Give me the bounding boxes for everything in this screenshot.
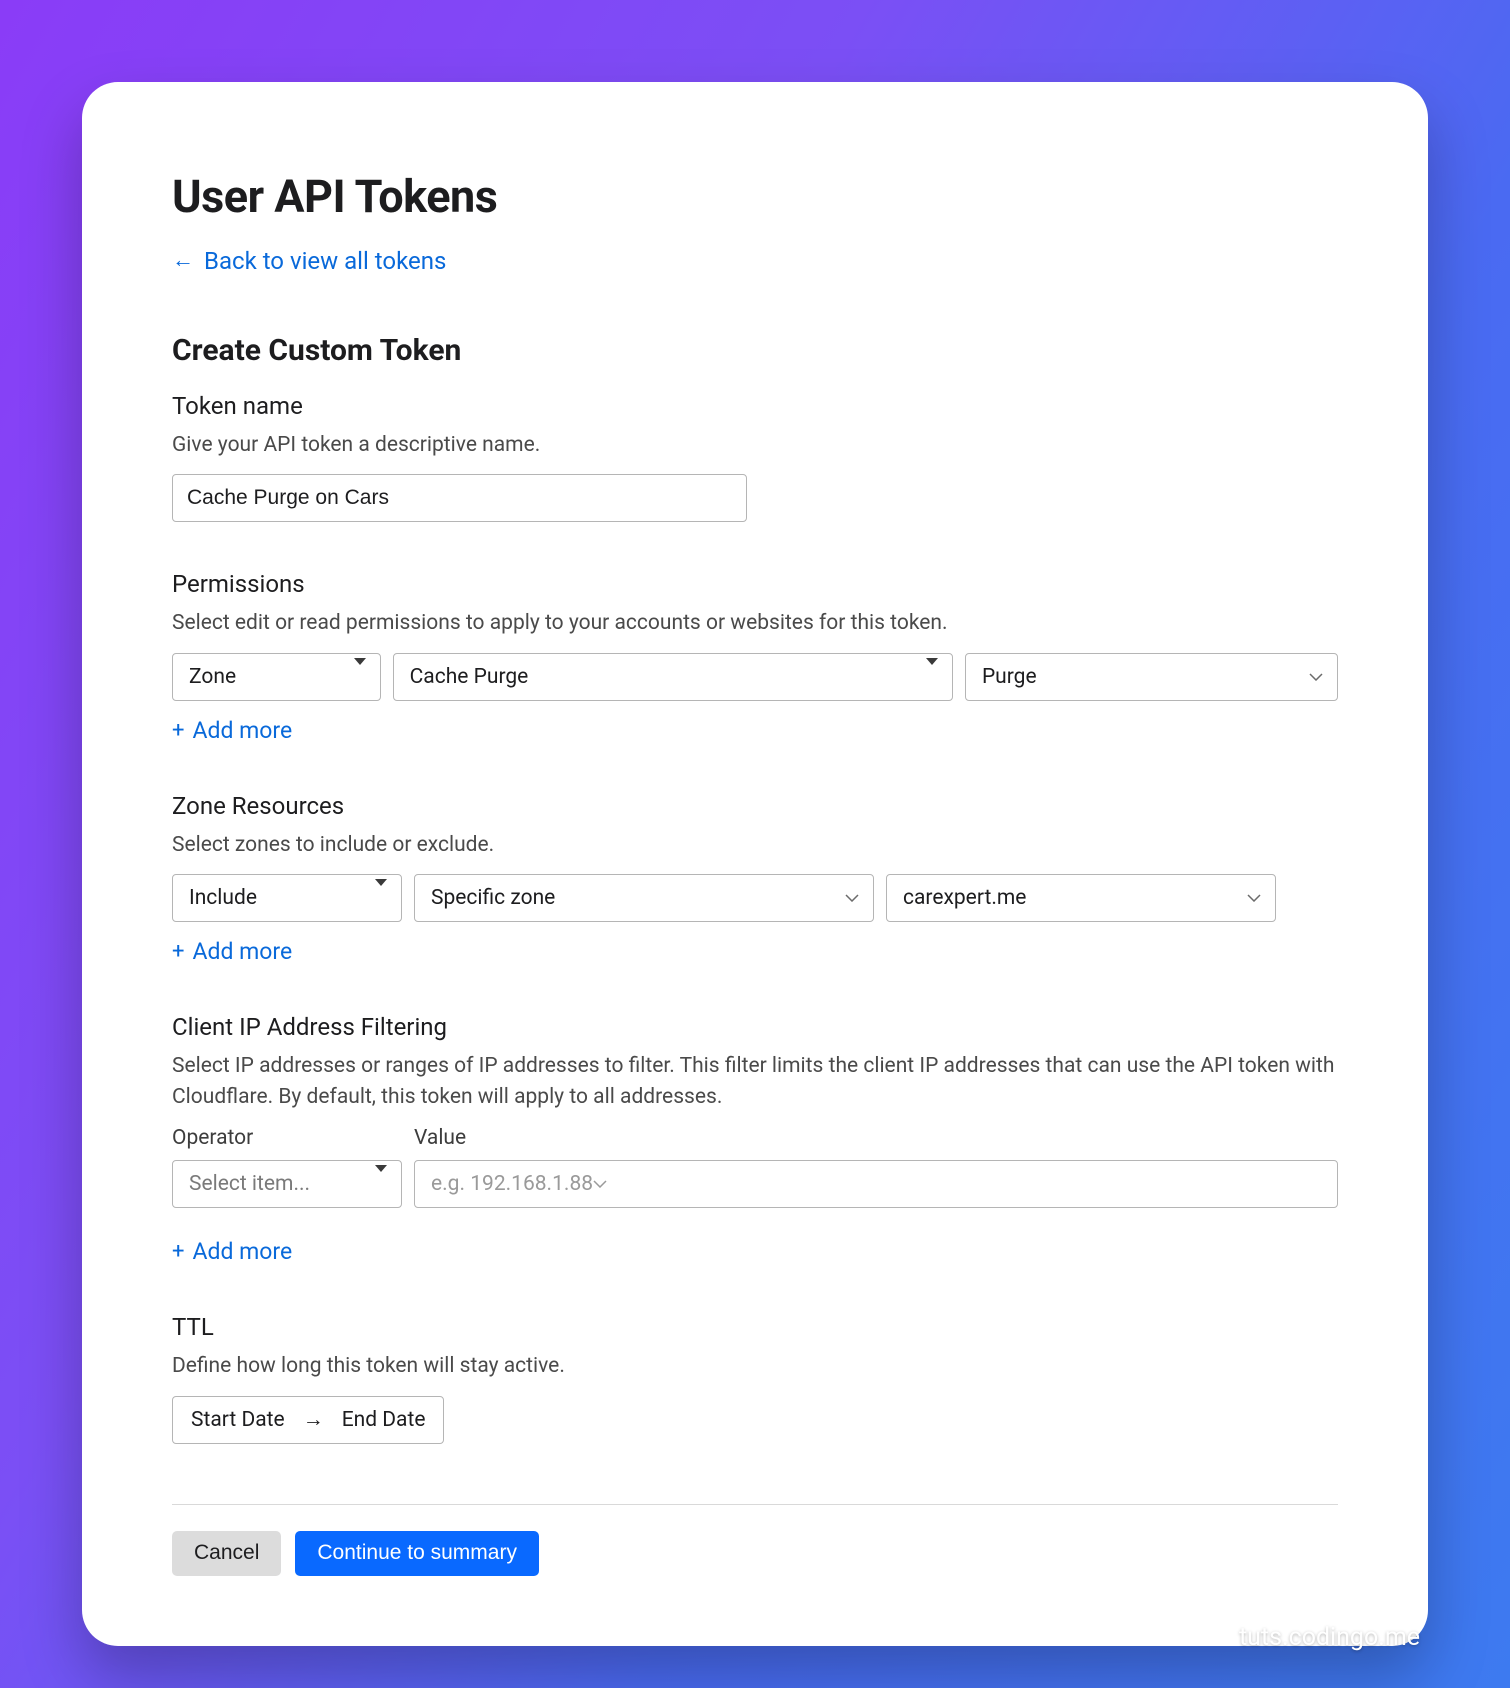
- perm-level-value: Purge: [982, 665, 1037, 689]
- arrow-left-icon: ←: [172, 250, 194, 272]
- zone-resources-block: Zone Resources Select zones to include o…: [172, 792, 1338, 965]
- ip-row: Operator Select item... Value e.g. 192.1…: [172, 1126, 1338, 1208]
- zone-help: Select zones to include or exclude.: [172, 830, 1338, 860]
- cancel-button-label: Cancel: [194, 1541, 259, 1565]
- token-name-input[interactable]: [172, 474, 747, 522]
- perm-add-more-text: Add more: [192, 717, 292, 744]
- ttl-end: End Date: [342, 1408, 426, 1432]
- footer-buttons: Cancel Continue to summary: [172, 1531, 1338, 1576]
- back-link-text: Back to view all tokens: [204, 247, 446, 275]
- watermark: tuts.codingo.me: [1239, 1623, 1420, 1652]
- chevron-down-icon: [1247, 894, 1261, 902]
- cancel-button[interactable]: Cancel: [172, 1531, 281, 1576]
- perm-scope-value: Zone: [189, 665, 236, 689]
- ip-operator-col: Operator Select item...: [172, 1126, 402, 1208]
- ip-value-placeholder: e.g. 192.168.1.88: [431, 1172, 593, 1196]
- perm-resource-select[interactable]: Cache Purge: [393, 653, 953, 701]
- chevron-down-icon: [593, 1180, 607, 1188]
- zone-label: Zone Resources: [172, 792, 1338, 820]
- zone-selector-value: Specific zone: [431, 886, 555, 910]
- plus-icon: +: [172, 718, 184, 743]
- zone-add-more[interactable]: + Add more: [172, 938, 292, 965]
- ip-label: Client IP Address Filtering: [172, 1013, 1338, 1041]
- permissions-row: Zone Cache Purge Purge: [172, 653, 1338, 701]
- ttl-block: TTL Define how long this token will stay…: [172, 1313, 1338, 1443]
- zone-value: carexpert.me: [903, 886, 1026, 910]
- ip-operator-label: Operator: [172, 1126, 402, 1150]
- plus-icon: +: [172, 939, 184, 964]
- zone-value-select[interactable]: carexpert.me: [886, 874, 1276, 922]
- ip-add-more[interactable]: + Add more: [172, 1238, 292, 1265]
- form-title: Create Custom Token: [172, 333, 1338, 368]
- ip-value-input[interactable]: e.g. 192.168.1.88: [414, 1160, 1338, 1208]
- token-name-label: Token name: [172, 392, 1338, 420]
- ip-operator-select[interactable]: Select item...: [172, 1160, 402, 1208]
- zone-mode-select[interactable]: Include: [172, 874, 402, 922]
- ttl-start: Start Date: [191, 1408, 285, 1432]
- chevron-down-icon: [845, 894, 859, 902]
- caret-down-icon: [354, 665, 366, 689]
- zone-selector-select[interactable]: Specific zone: [414, 874, 874, 922]
- ip-value-label: Value: [414, 1126, 1338, 1150]
- caret-down-icon: [926, 665, 938, 689]
- card-panel: User API Tokens ← Back to view all token…: [82, 82, 1428, 1646]
- ip-help: Select IP addresses or ranges of IP addr…: [172, 1051, 1338, 1112]
- ip-value-col: Value e.g. 192.168.1.88: [414, 1126, 1338, 1208]
- ttl-date-range[interactable]: Start Date → End Date: [172, 1396, 444, 1444]
- zone-row: Include Specific zone carexpert.me: [172, 874, 1338, 922]
- perm-add-more[interactable]: + Add more: [172, 717, 292, 744]
- ip-filter-block: Client IP Address Filtering Select IP ad…: [172, 1013, 1338, 1265]
- ttl-label: TTL: [172, 1313, 1338, 1341]
- continue-button[interactable]: Continue to summary: [295, 1531, 539, 1576]
- chevron-down-icon: [1309, 673, 1323, 681]
- perm-scope-select[interactable]: Zone: [172, 653, 381, 701]
- divider: [172, 1504, 1338, 1505]
- ttl-help: Define how long this token will stay act…: [172, 1351, 1338, 1381]
- page-title: User API Tokens: [172, 170, 1338, 223]
- zone-add-more-text: Add more: [192, 938, 292, 965]
- continue-button-label: Continue to summary: [317, 1541, 517, 1565]
- perm-resource-value: Cache Purge: [410, 665, 529, 689]
- permissions-block: Permissions Select edit or read permissi…: [172, 570, 1338, 743]
- token-name-block: Token name Give your API token a descrip…: [172, 392, 1338, 522]
- zone-mode-value: Include: [189, 886, 257, 910]
- caret-down-icon: [375, 1172, 387, 1196]
- caret-down-icon: [375, 886, 387, 910]
- ip-add-more-text: Add more: [192, 1238, 292, 1265]
- plus-icon: +: [172, 1239, 184, 1264]
- arrow-right-icon: →: [303, 1408, 324, 1432]
- permissions-help: Select edit or read permissions to apply…: [172, 608, 1338, 638]
- perm-level-select[interactable]: Purge: [965, 653, 1338, 701]
- ip-operator-placeholder: Select item...: [189, 1172, 310, 1196]
- permissions-label: Permissions: [172, 570, 1338, 598]
- back-link[interactable]: ← Back to view all tokens: [172, 247, 446, 275]
- token-name-help: Give your API token a descriptive name.: [172, 430, 1338, 460]
